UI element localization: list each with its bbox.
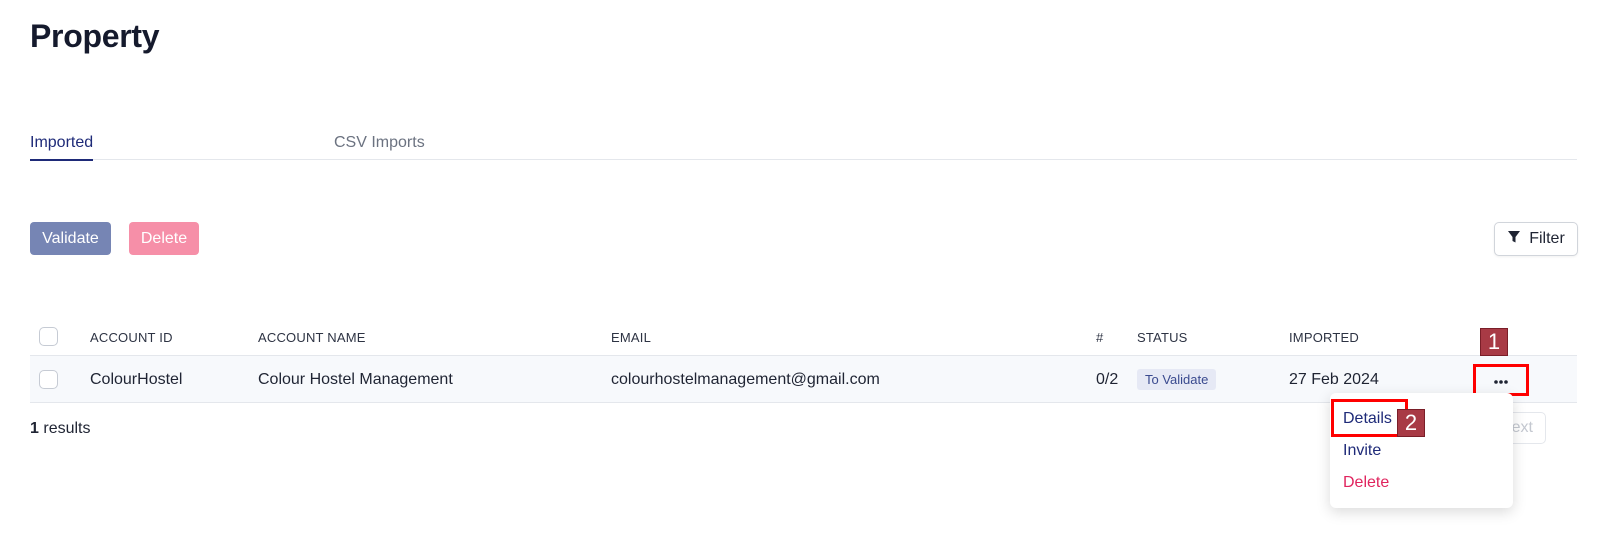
select-all-checkbox[interactable] — [39, 327, 58, 346]
results-count: 1 results — [30, 420, 90, 438]
filter-button[interactable]: Filter — [1494, 222, 1578, 256]
column-header-status[interactable]: STATUS — [1137, 330, 1188, 345]
accounts-table: ACCOUNT ID ACCOUNT NAME EMAIL # STATUS I… — [30, 318, 1577, 403]
account-name-cell: Colour Hostel Management — [258, 371, 453, 388]
tab-imported[interactable]: Imported — [30, 134, 94, 161]
step-badge-1: 1 — [1480, 328, 1508, 356]
menu-item-invite[interactable]: Invite — [1343, 442, 1381, 460]
results-label: results — [43, 420, 91, 437]
column-header-account-name[interactable]: ACCOUNT NAME — [258, 330, 366, 345]
step-badge-2: 2 — [1397, 409, 1425, 437]
validate-button[interactable]: Validate — [30, 222, 111, 255]
filter-button-label: Filter — [1529, 230, 1565, 247]
table-header: ACCOUNT ID ACCOUNT NAME EMAIL # STATUS I… — [30, 318, 1577, 356]
account-id-cell: ColourHostel — [90, 371, 183, 388]
more-horizontal-icon — [1493, 373, 1509, 388]
results-number: 1 — [30, 420, 39, 437]
filter-funnel-icon — [1507, 230, 1521, 249]
column-header-count[interactable]: # — [1096, 330, 1103, 345]
count-cell: 0/2 — [1096, 371, 1119, 388]
status-badge: To Validate — [1137, 369, 1217, 390]
tab-csv-imports[interactable]: CSV Imports — [334, 134, 425, 152]
imported-date-cell: 27 Feb 2024 — [1289, 371, 1379, 388]
email-cell: colourhostelmanagement@gmail.com — [611, 371, 880, 388]
column-header-email[interactable]: EMAIL — [611, 330, 651, 345]
page-title: Property — [30, 18, 160, 54]
tab-bar: Imported CSV Imports — [30, 130, 1577, 161]
row-checkbox[interactable] — [39, 370, 58, 389]
column-header-account-id[interactable]: ACCOUNT ID — [90, 330, 173, 345]
delete-button[interactable]: Delete — [129, 222, 199, 255]
column-header-imported[interactable]: IMPORTED — [1289, 330, 1359, 345]
row-actions-button[interactable] — [1473, 364, 1529, 396]
menu-item-delete[interactable]: Delete — [1343, 474, 1389, 492]
